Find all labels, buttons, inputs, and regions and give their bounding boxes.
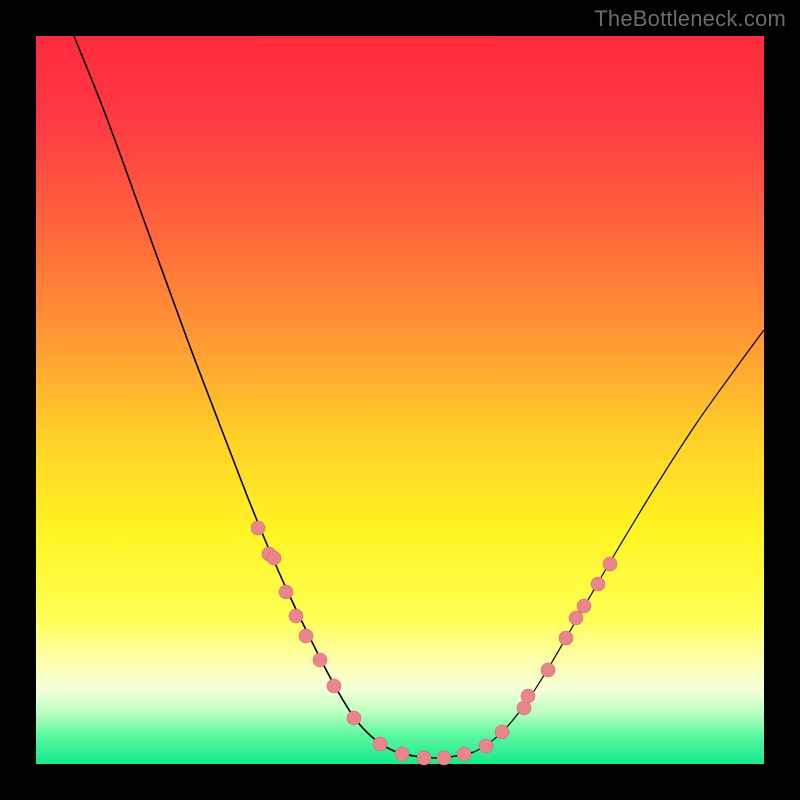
marker-dot (479, 739, 493, 753)
curve-right (474, 330, 764, 752)
marker-dot (457, 747, 471, 761)
marker-dot (373, 737, 387, 751)
marker-dot (437, 751, 451, 765)
marker-dot (313, 653, 327, 667)
watermark-text: TheBottleneck.com (594, 6, 786, 32)
marker-dot (267, 551, 281, 565)
marker-dot (251, 521, 265, 535)
chart-svg (36, 36, 764, 764)
marker-dot (521, 689, 535, 703)
marker-dot (395, 747, 409, 761)
outer-frame: TheBottleneck.com (0, 0, 800, 800)
marker-dot (327, 679, 341, 693)
marker-dot (289, 609, 303, 623)
marker-dot (279, 585, 293, 599)
marker-dot (347, 711, 361, 725)
marker-dot (577, 599, 591, 613)
marker-dot (417, 751, 431, 765)
marker-dot (591, 577, 605, 591)
marker-group (251, 521, 617, 765)
marker-dot (559, 631, 573, 645)
marker-dot (603, 557, 617, 571)
curve-left (74, 36, 396, 752)
marker-dot (495, 725, 509, 739)
marker-dot (569, 611, 583, 625)
marker-dot (541, 663, 555, 677)
marker-dot (299, 629, 313, 643)
